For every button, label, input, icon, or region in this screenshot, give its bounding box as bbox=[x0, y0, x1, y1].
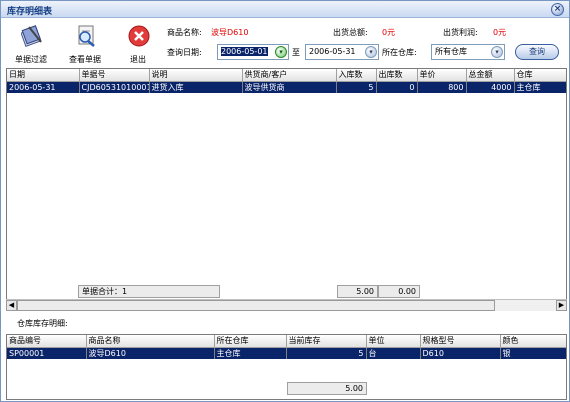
stock-row[interactable]: SP00001 波导D610 主仓库 5 台 D610 银 bbox=[7, 347, 566, 359]
out-total: 0.00 bbox=[378, 285, 420, 298]
transactions-header: 日期 单据号 说明 供货商/客户 入库数 出库数 单价 总金额 仓库 bbox=[7, 69, 566, 82]
view-voucher-label: 查看单据 bbox=[69, 55, 101, 64]
stock-cell: 银 bbox=[500, 347, 566, 359]
warehouse-value: 所有仓库 bbox=[435, 47, 467, 56]
stock-total: 5.00 bbox=[287, 382, 367, 395]
out-total-value: 0元 bbox=[382, 28, 396, 37]
product-label: 商品名称: bbox=[167, 28, 202, 37]
exit-label: 退出 bbox=[130, 55, 146, 64]
stock-cell: D610 bbox=[420, 347, 501, 359]
stock-column-header[interactable]: 颜色 bbox=[500, 335, 566, 348]
transaction-column-header[interactable]: 入库数 bbox=[336, 69, 377, 82]
transaction-cell: 进货入库 bbox=[149, 81, 243, 93]
transaction-cell: 5 bbox=[336, 81, 377, 93]
magnifier-document-icon bbox=[78, 25, 95, 47]
view-voucher-button[interactable]: 查看单据 bbox=[61, 22, 109, 66]
voucher-filter-button[interactable]: 单据过滤 bbox=[7, 22, 55, 66]
voucher-filter-label: 单据过滤 bbox=[15, 55, 47, 64]
date-label: 查询日期: bbox=[167, 48, 202, 57]
stock-cell: 台 bbox=[366, 347, 421, 359]
voucher-count: 单据合计：1 bbox=[78, 285, 220, 298]
transaction-column-header[interactable]: 单价 bbox=[417, 69, 467, 82]
stock-header: 商品编号 商品名称 所在仓库 当前库存 单位 规格型号 颜色 bbox=[7, 335, 566, 348]
transactions-footer: 单据合计：1 5.00 0.00 bbox=[6, 285, 567, 298]
stock-section-label: 仓库库存明细: bbox=[17, 319, 68, 328]
scroll-thumb[interactable] bbox=[17, 300, 495, 311]
stock-cell: 波导D610 bbox=[86, 347, 215, 359]
exit-button[interactable]: 退出 bbox=[114, 22, 162, 66]
chevron-down-icon[interactable]: ▾ bbox=[491, 46, 503, 58]
chevron-down-icon[interactable]: ▾ bbox=[365, 46, 377, 58]
warehouse-select[interactable]: 所有仓库 ▾ bbox=[431, 44, 505, 60]
horizontal-scrollbar[interactable]: ◀ ▶ bbox=[6, 299, 567, 311]
transaction-column-header[interactable]: 说明 bbox=[149, 69, 243, 82]
stock-footer: 5.00 bbox=[6, 382, 567, 395]
stock-column-header[interactable]: 规格型号 bbox=[420, 335, 501, 348]
date-from-field[interactable]: 2006-05-01 ▾ bbox=[217, 44, 289, 60]
stock-cell: 主仓库 bbox=[214, 347, 287, 359]
transaction-cell: 2006-05-31 bbox=[7, 81, 80, 93]
stock-cell: 5 bbox=[286, 347, 367, 359]
to-label: 至 bbox=[292, 48, 300, 57]
inventory-detail-window: 库存明细表 × 单据过滤 查看单据 退出 商品名称: 波导D610 出货总额: … bbox=[0, 0, 570, 402]
transaction-row[interactable]: 2006-05-31 CJD60531010001 进货入库 波导供货商 5 0 800 40… bbox=[7, 81, 566, 93]
date-to-field[interactable]: 2006-05-31 ▾ bbox=[305, 44, 379, 60]
out-total-label: 出货总额: bbox=[333, 28, 368, 37]
stock-cell: SP00001 bbox=[7, 347, 87, 359]
transaction-column-header[interactable]: 单据号 bbox=[79, 69, 150, 82]
transaction-cell: 主仓库 bbox=[514, 81, 566, 93]
pencil-notebook-icon bbox=[21, 25, 42, 47]
in-total: 5.00 bbox=[337, 285, 378, 298]
out-profit-label: 出货利润: bbox=[443, 28, 478, 37]
transaction-column-header[interactable]: 供货商/客户 bbox=[242, 69, 337, 82]
calendar-dropdown-icon[interactable]: ▾ bbox=[275, 46, 287, 58]
red-x-icon bbox=[128, 25, 150, 47]
close-icon[interactable]: × bbox=[551, 3, 564, 16]
window-title: 库存明细表 bbox=[7, 7, 53, 17]
stock-column-header[interactable]: 当前库存 bbox=[286, 335, 367, 348]
transaction-column-header[interactable]: 仓库 bbox=[514, 69, 566, 82]
warehouse-label: 所在仓库: bbox=[382, 48, 417, 57]
transaction-column-header[interactable]: 出库数 bbox=[376, 69, 418, 82]
stock-column-header[interactable]: 单位 bbox=[366, 335, 421, 348]
transaction-cell: 4000 bbox=[466, 81, 515, 93]
transaction-cell: CJD60531010001 bbox=[79, 81, 150, 93]
transaction-cell: 波导供货商 bbox=[242, 81, 337, 93]
scroll-left-icon[interactable]: ◀ bbox=[6, 300, 17, 311]
stock-column-header[interactable]: 商品名称 bbox=[86, 335, 215, 348]
stock-column-header[interactable]: 商品编号 bbox=[7, 335, 87, 348]
product-value: 波导D610 bbox=[211, 28, 249, 37]
transaction-cell: 0 bbox=[376, 81, 418, 93]
out-profit-value: 0元 bbox=[493, 28, 507, 37]
stock-column-header[interactable]: 所在仓库 bbox=[214, 335, 287, 348]
transactions-grid: 日期 单据号 说明 供货商/客户 入库数 出库数 单价 总金额 仓库 2006-05-31 CJD… bbox=[6, 68, 567, 311]
transaction-column-header[interactable]: 总金额 bbox=[466, 69, 515, 82]
date-from-value: 2006-05-01 bbox=[221, 47, 268, 56]
query-button[interactable]: 查询 bbox=[515, 44, 559, 60]
transaction-column-header[interactable]: 日期 bbox=[7, 69, 80, 82]
scroll-right-icon[interactable]: ▶ bbox=[556, 300, 567, 311]
date-to-value: 2006-05-31 bbox=[309, 47, 356, 56]
title-bar: 库存明细表 × bbox=[1, 1, 569, 18]
transaction-cell: 800 bbox=[417, 81, 467, 93]
